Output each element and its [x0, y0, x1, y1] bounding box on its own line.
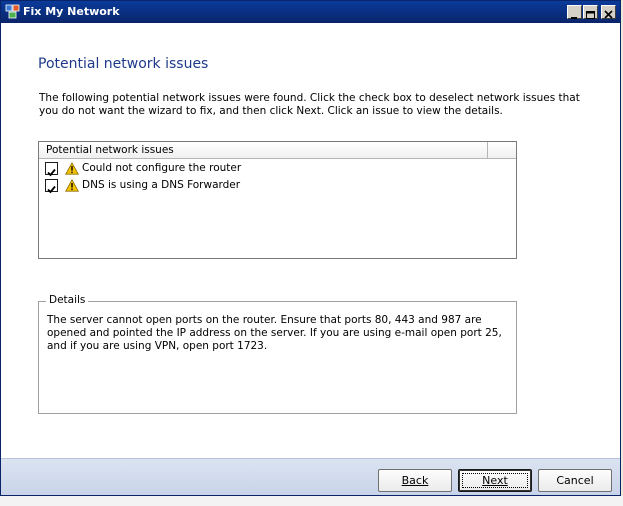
issue-checkbox[interactable]: [45, 179, 58, 194]
button-bar: Back Next Cancel: [1, 458, 620, 495]
minimize-button[interactable]: [567, 5, 582, 19]
checkmark-icon: [47, 185, 56, 194]
details-groupbox: Details The server cannot open ports on …: [38, 294, 517, 414]
issue-checkbox[interactable]: [45, 162, 58, 177]
background-bottom-strip: [0, 496, 623, 506]
issue-label: DNS is using a DNS Forwarder: [82, 179, 241, 191]
issues-list[interactable]: Potential network issues Could not confi…: [38, 141, 517, 259]
window-title: Fix My Network: [23, 5, 120, 18]
cancel-button[interactable]: Cancel: [538, 469, 612, 492]
maximize-button[interactable]: [583, 5, 598, 19]
details-text: The server cannot open ports on the rout…: [47, 314, 502, 352]
cancel-button-label: Cancel: [556, 474, 594, 487]
issues-column-header[interactable]: Potential network issues: [39, 142, 488, 159]
details-legend: Details: [46, 294, 89, 306]
back-button[interactable]: Back: [378, 469, 452, 492]
page-title: Potential network issues: [38, 56, 209, 72]
next-button[interactable]: Next: [458, 469, 532, 492]
close-icon: [604, 10, 613, 19]
issues-column-header-filler: [488, 142, 516, 159]
back-button-label: Back: [401, 474, 429, 487]
title-bar[interactable]: Fix My Network: [1, 1, 620, 23]
list-item[interactable]: DNS is using a DNS Forwarder: [45, 178, 485, 194]
checkmark-icon: [47, 168, 56, 177]
warning-icon: [65, 162, 79, 175]
maximize-icon: [586, 11, 595, 19]
issue-label: Could not configure the router: [82, 162, 242, 174]
network-app-icon: [5, 4, 20, 19]
issues-column-header-label: Potential network issues: [46, 144, 174, 156]
list-item[interactable]: Could not configure the router: [45, 161, 485, 177]
focus-rectangle: [462, 473, 528, 488]
minimize-icon: [571, 17, 577, 19]
warning-icon: [65, 179, 79, 192]
close-button[interactable]: [601, 5, 616, 19]
fix-my-network-dialog: Fix My Network Potential network issues …: [0, 0, 621, 496]
intro-text: The following potential network issues w…: [39, 92, 580, 117]
